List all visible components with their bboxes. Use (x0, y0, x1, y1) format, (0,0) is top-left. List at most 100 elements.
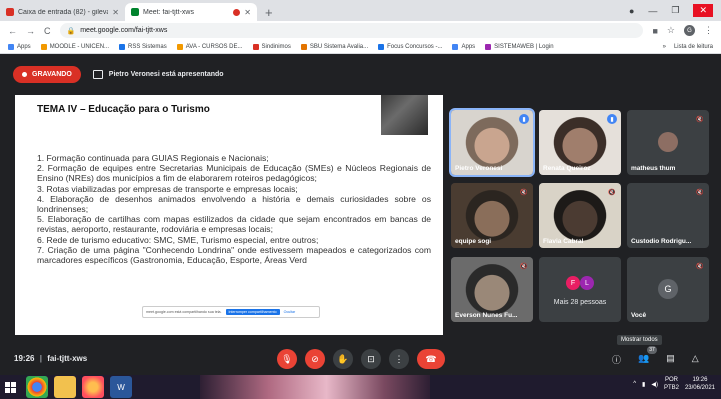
mic-muted-icon: 🔇 (608, 189, 616, 196)
mic-muted-icon: 🔇 (696, 263, 704, 270)
camera-icon[interactable]: ■ (652, 26, 657, 36)
meeting-code: fai-tjtt-xws (47, 354, 88, 363)
bookmark-item[interactable]: RSS Sistemas (119, 43, 167, 50)
participant-name: Pietro Veronesi (455, 165, 503, 172)
participant-name: Mais 28 pessoas (553, 299, 607, 306)
recording-indicator-icon (233, 8, 241, 16)
tab-gmail[interactable]: Caixa de entrada (82) - gilevaro ✕ (0, 3, 125, 21)
address-bar[interactable]: 🔒 meet.google.com/fai-tjtt-xws (59, 23, 644, 38)
url-text: meet.google.com/fai-tjtt-xws (80, 27, 168, 34)
slide-list-item: 7. Criação de uma página "Conhecendo Lon… (37, 244, 431, 266)
participant-tile[interactable]: F L Mais 28 pessoas (539, 257, 621, 322)
bookmark-label: Sindinimos (261, 43, 291, 50)
present-button[interactable]: ⊡ (361, 349, 381, 369)
participant-tile[interactable]: 🔇 Everson Nunes Fu... (451, 257, 533, 322)
profile-avatar[interactable]: G (684, 25, 695, 36)
mic-active-icon: ▮ (519, 114, 529, 124)
mic-off-button[interactable]: 🎙 (277, 349, 297, 369)
participant-tile[interactable]: G 🔇 Você (627, 257, 709, 322)
presenter-thumbnail (381, 95, 428, 135)
chat-icon[interactable]: ▤ (666, 353, 675, 366)
reading-list-button[interactable]: Lista de leitura (674, 44, 713, 50)
recording-badge[interactable]: GRAVANDO (13, 66, 81, 83)
activities-icon[interactable]: △ (692, 353, 699, 366)
hang-up-button[interactable]: ☎ (417, 349, 445, 369)
language-indicator[interactable]: POR PTB2 (664, 376, 679, 392)
avatar (658, 132, 678, 152)
bookmark-icon (252, 43, 259, 50)
bookmark-icon (176, 43, 183, 50)
mic-muted-icon: 🔇 (696, 116, 704, 123)
minimize-button[interactable]: — (648, 6, 657, 16)
forward-icon[interactable]: → (26, 26, 35, 36)
bookmark-icon (378, 43, 385, 50)
word-icon[interactable]: W (110, 376, 132, 398)
info-icon[interactable]: ⓘ (612, 353, 621, 366)
mini-avatar: L (580, 276, 594, 290)
bookmark-label: RSS Sistemas (128, 43, 167, 50)
bookmark-item[interactable]: SISTEMAWEB | Login (485, 43, 554, 50)
menu-icon[interactable]: ⋮ (704, 25, 713, 36)
close-tab-icon[interactable]: ✕ (112, 8, 119, 17)
slide-list: 1. Formação continuada para GUIAS Region… (37, 153, 431, 265)
back-icon[interactable]: ← (8, 26, 17, 36)
stop-sharing-button[interactable]: Interromper compartilhamento (225, 309, 280, 315)
people-icon[interactable]: 👥 (638, 353, 649, 366)
maximize-button[interactable]: ❐ (671, 5, 679, 16)
camera-off-button[interactable]: ⊘ (305, 349, 325, 369)
bookmark-item[interactable]: Sindinimos (252, 43, 291, 50)
tray-up-icon[interactable]: ^ (633, 381, 636, 387)
raise-hand-button[interactable]: ✋ (333, 349, 353, 369)
system-tray: ^ ▮ ◀) POR PTB2 19:26 23/06/2021 (633, 376, 715, 392)
notice-text: meet.google.com está compartilhando sua … (146, 310, 222, 314)
more-options-button[interactable]: ⋮ (389, 349, 409, 369)
participant-tile[interactable]: 🔇 Flavia Cabral (539, 183, 621, 248)
participant-name: equipe sogi (455, 238, 492, 245)
reload-icon[interactable]: C (44, 26, 51, 36)
participant-tile[interactable]: 🔇 Custodio Rodrigu... (627, 183, 709, 248)
bookmark-item[interactable]: SBU Sistema Avalia... (300, 43, 369, 50)
volume-icon[interactable]: ◀) (651, 381, 658, 388)
avatar: G (658, 279, 678, 299)
record-icon: ● (628, 5, 635, 16)
gmail-icon (6, 8, 14, 16)
close-window-button[interactable]: ✕ (693, 4, 713, 17)
bookmark-item[interactable]: Focus Concursos -... (378, 43, 442, 50)
clock[interactable]: 19:26 23/06/2021 (685, 376, 715, 392)
mic-active-icon: ▮ (607, 114, 617, 124)
record-dot-icon (22, 72, 27, 77)
recording-label: GRAVANDO (32, 71, 72, 78)
star-icon[interactable]: ☆ (667, 25, 675, 36)
bookmark-label: SBU Sistema Avalia... (309, 43, 369, 50)
network-icon[interactable]: ▮ (642, 381, 645, 388)
presenter-info: Pietro Veronesi está apresentando (92, 70, 224, 79)
slide-list-item: 5. Elaboração de cartilhas com mapas est… (37, 214, 431, 235)
bookmark-label: SISTEMAWEB | Login (494, 43, 554, 50)
start-button[interactable] (0, 375, 20, 399)
new-tab-button[interactable]: + (257, 5, 281, 21)
screen: Caixa de entrada (82) - gilevaro ✕ Meet:… (0, 0, 721, 399)
firefox-icon[interactable] (82, 376, 104, 398)
recording-bar: GRAVANDO Pietro Veronesi está apresentan… (13, 66, 224, 83)
close-tab-icon[interactable]: ✕ (244, 8, 251, 17)
meeting-info: 19:26 | fai-tjtt-xws (14, 354, 87, 363)
tab-meet[interactable]: Meet: fai-tjtt-xws ✕ (125, 3, 257, 21)
participant-tile[interactable]: ▮ Renata Queiroz (539, 110, 621, 175)
file-explorer-icon[interactable] (54, 376, 76, 398)
bookmark-item[interactable]: Apps (452, 43, 475, 50)
participant-tile[interactable]: ▮ Pietro Veronesi (449, 108, 535, 177)
meet-icon (131, 8, 139, 16)
mic-muted-icon: 🔇 (520, 189, 528, 196)
participant-tile[interactable]: 🔇 matheus thum (627, 110, 709, 175)
bookmark-item[interactable]: MOODLE - UNICEN... (40, 43, 109, 50)
participant-tile[interactable]: 🔇 equipe sogi (451, 183, 533, 248)
hide-notice-button[interactable]: Ocultar (284, 310, 296, 314)
windows-icon (4, 381, 16, 393)
more-bookmarks-button[interactable]: » (663, 44, 666, 50)
chrome-icon[interactable] (26, 376, 48, 398)
mic-muted-icon: 🔇 (520, 263, 528, 270)
bookmark-item[interactable]: AVA - CURSOS DE... (176, 43, 243, 50)
screen-share-notice: meet.google.com está compartilhando sua … (142, 306, 320, 318)
bookmark-item[interactable]: Apps (8, 43, 31, 50)
meeting-time: 19:26 (14, 354, 35, 363)
